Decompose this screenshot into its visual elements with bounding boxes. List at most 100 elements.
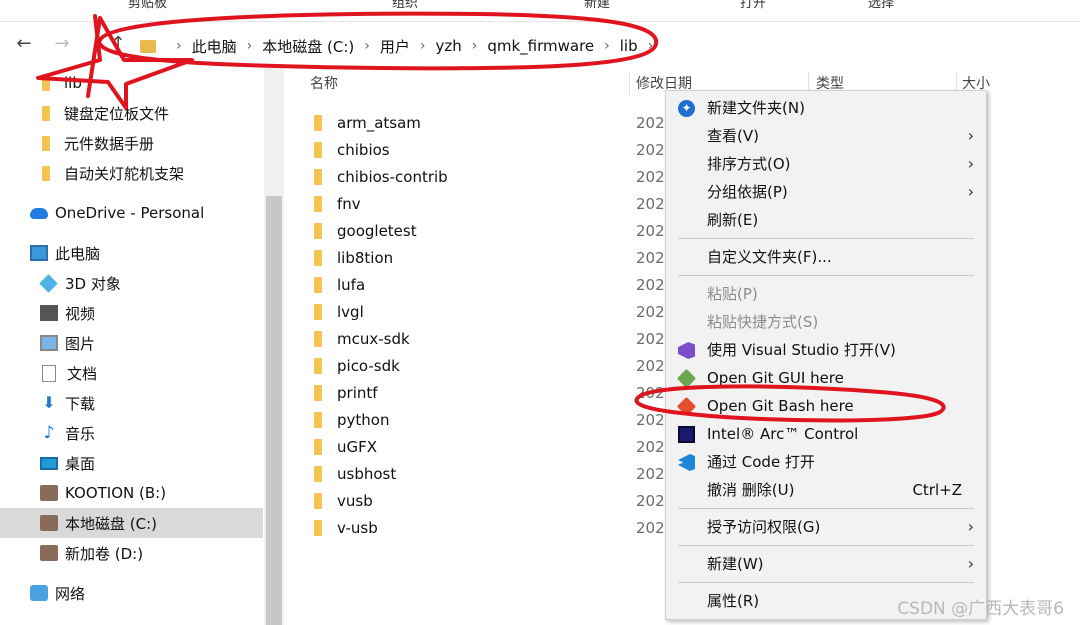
sidebar-item-documents[interactable]: 文档 [0,358,263,388]
menu-item-sort-by[interactable]: 排序方式(O) › [666,150,986,178]
sidebar-item-keyboard-plate-files[interactable]: 键盘定位板文件 [0,98,263,128]
menu-separator [678,508,974,509]
sidebar-item-onedrive[interactable]: OneDrive - Personal [0,198,263,228]
menu-item-open-visual-studio[interactable]: 使用 Visual Studio 打开(V) [666,336,986,364]
sort-ascending-icon: ^ [458,64,469,78]
sidebar-item-music[interactable]: ♪ 音乐 [0,418,263,448]
submenu-arrow-icon: › [967,554,974,573]
breadcrumb-qmk-firmware[interactable]: qmk_firmware [487,37,594,55]
folder-icon [314,223,322,239]
forward-arrow-icon[interactable]: → [50,32,74,56]
breadcrumb-separator[interactable]: › [604,38,610,54]
menu-item-label: 新建文件夹(N) [707,99,805,117]
file-name: lvgl [337,302,364,321]
file-date: 202 [636,356,665,375]
sidebar-item-label: 文档 [67,364,98,383]
menu-item-label: 粘贴快捷方式(S) [707,313,819,331]
file-date: 202 [636,167,665,186]
ribbon-label-open: 打开 [740,0,767,11]
menu-item-open-with-code[interactable]: 通过 Code 打开 [666,448,986,476]
menu-item-give-access[interactable]: 授予访问权限(G) › [666,513,986,541]
sidebar-item-videos[interactable]: 视频 [0,298,263,328]
breadcrumb-separator[interactable]: › [247,38,253,54]
sidebar-item-downloads[interactable]: ⬇ 下载 [0,388,263,418]
submenu-arrow-icon: › [967,517,974,536]
file-name: fnv [337,194,361,213]
sidebar-item-desktop[interactable]: 桌面 [0,448,263,478]
breadcrumb-separator[interactable]: › [648,38,654,54]
file-name: chibios [337,140,390,159]
file-name: arm_atsam [337,113,421,132]
network-icon [30,585,48,601]
breadcrumb-local-disk-c[interactable]: 本地磁盘 (C:) [262,36,354,57]
breadcrumb-separator: › [176,38,182,54]
file-explorer-window: 剪贴板 组织 新建 打开 选择 ← → ⌄ ↑ › 此电脑 › 本地磁盘 (C:… [0,0,1080,625]
cube-icon [39,273,58,293]
recent-locations-chevron-icon[interactable]: ⌄ [84,32,108,56]
sidebar-item-network[interactable]: 网络 [0,578,263,608]
sidebar-item-label: KOOTION (B:) [65,484,167,502]
folder-icon [314,412,322,428]
video-icon [40,305,58,321]
sidebar-item-3d-objects[interactable]: 3D 对象 [0,268,263,298]
new-folder-icon: ✦ [678,100,695,117]
file-name: lufa [337,275,366,294]
menu-item-refresh[interactable]: 刷新(E) [666,206,986,234]
breadcrumb-lib[interactable]: lib [620,37,638,55]
sidebar-item-label: OneDrive - Personal [55,204,205,222]
sidebar-item-drive-b[interactable]: KOOTION (B:) [0,478,263,508]
menu-item-new[interactable]: 新建(W) › [666,550,986,578]
scrollbar-thumb[interactable] [266,196,282,625]
menu-item-open-git-gui[interactable]: Open Git GUI here [666,364,986,392]
sidebar-item-servo-bracket[interactable]: 自动关灯舵机支架 [0,158,263,188]
sidebar-item-label: 下载 [65,394,96,413]
visual-studio-icon [678,342,695,359]
drive-icon [40,515,58,531]
menu-item-label: 撤消 删除(U) [707,481,795,499]
breadcrumb-separator[interactable]: › [420,38,426,54]
sidebar-item-datasheets[interactable]: 元件数据手册 [0,128,263,158]
file-name: uGFX [337,437,378,456]
folder-icon [314,250,322,266]
sidebar-item-pictures[interactable]: 图片 [0,328,263,358]
breadcrumb-separator[interactable]: › [472,38,478,54]
menu-item-open-git-bash[interactable]: Open Git Bash here [666,392,986,420]
sidebar-item-drive-c[interactable]: 本地磁盘 (C:) [0,508,263,538]
file-date: 202 [636,491,665,510]
breadcrumb-separator[interactable]: › [364,38,370,54]
navigation-pane-scrollbar[interactable] [264,68,284,625]
sidebar-item-label: 新加卷 (D:) [65,544,144,563]
menu-item-label: 查看(V) [707,127,759,145]
sidebar-item-this-pc[interactable]: 此电脑 [0,238,263,268]
sidebar-item-label: 网络 [55,584,86,603]
menu-item-undo-delete[interactable]: 撤消 删除(U) Ctrl+Z [666,476,986,504]
vscode-icon [678,454,695,471]
folder-icon [314,439,322,455]
menu-item-group-by[interactable]: 分组依据(P) › [666,178,986,206]
menu-item-label: 新建(W) [707,555,764,573]
breadcrumb-this-pc[interactable]: 此电脑 [192,36,237,57]
csdn-watermark: CSDN @广西大表哥6 [897,599,1064,619]
folder-icon [42,105,50,121]
menu-item-label: 使用 Visual Studio 打开(V) [707,341,896,359]
menu-item-intel-arc-control[interactable]: Intel® Arc™ Control [666,420,986,448]
breadcrumb-users[interactable]: 用户 [380,36,410,57]
navigation-pane: lib 键盘定位板文件 元件数据手册 自动关灯舵机支架 OneDrive - P… [0,68,263,625]
sidebar-item-label: 音乐 [65,424,96,443]
column-header-name[interactable]: 名称 [310,68,338,100]
file-date: 202 [636,410,665,429]
sidebar-item-lib[interactable]: lib [0,68,263,98]
back-arrow-icon[interactable]: ← [12,32,36,56]
folder-icon [314,115,322,131]
menu-item-customize-folder[interactable]: 自定义文件夹(F)... [666,243,986,271]
folder-icon [314,385,322,401]
sidebar-item-drive-d[interactable]: 新加卷 (D:) [0,538,263,568]
menu-item-new-folder[interactable]: ✦ 新建文件夹(N) [666,94,986,122]
folder-icon [314,169,322,185]
menu-item-view[interactable]: 查看(V) › [666,122,986,150]
submenu-arrow-icon: › [967,182,974,201]
download-icon: ⬇ [42,393,56,412]
breadcrumb-yzh[interactable]: yzh [435,37,461,55]
column-divider[interactable] [629,72,630,96]
address-bar[interactable]: › 此电脑 › 本地磁盘 (C:) › 用户 › yzh › qmk_firmw… [126,34,1080,58]
